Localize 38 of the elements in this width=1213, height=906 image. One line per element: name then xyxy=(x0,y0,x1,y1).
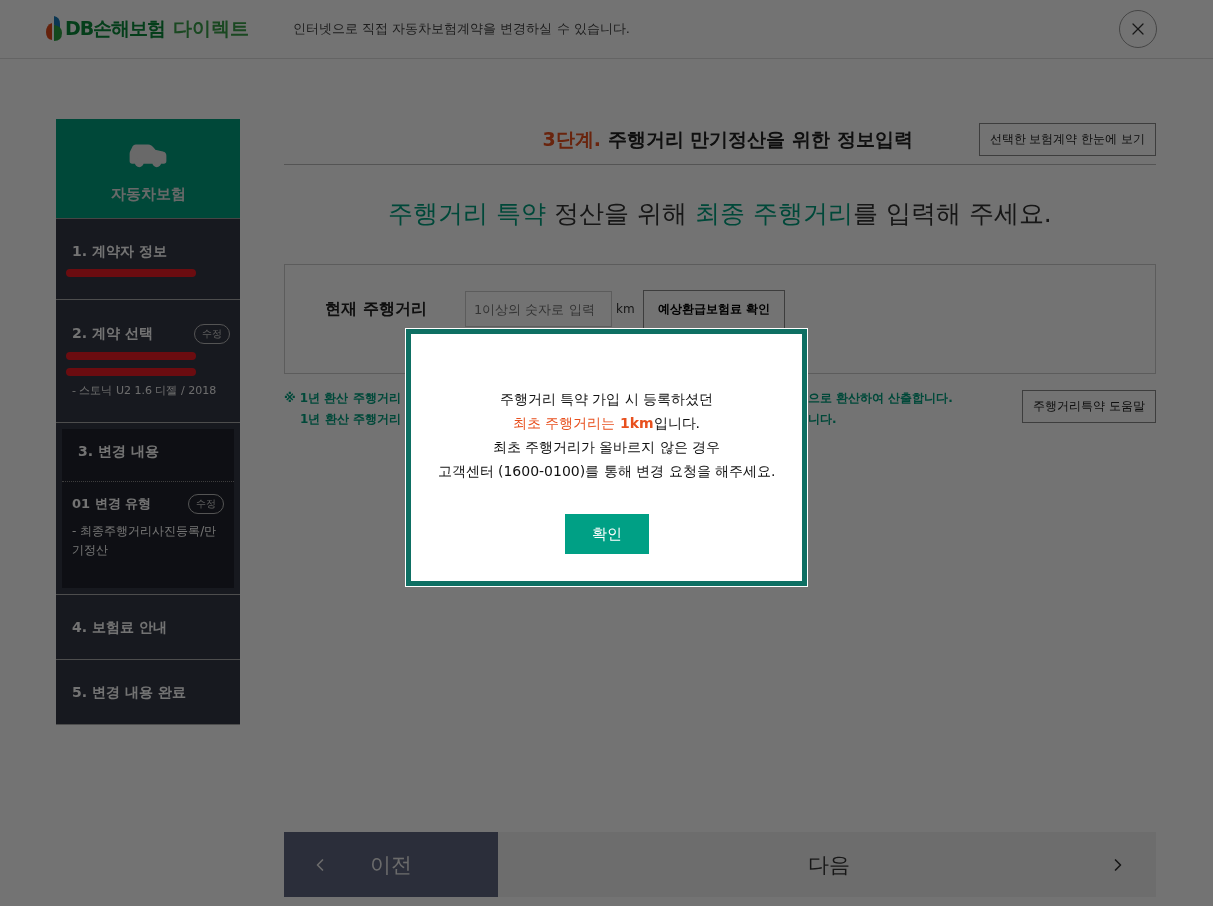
step-item[interactable]: 3. 변경 내용 01 변경 유형 수정 - 최종주행거리사진등록/만기정산 xyxy=(56,422,240,595)
close-button[interactable] xyxy=(1119,10,1157,48)
dialog-text: 고객센터 (1600-0100)를 통해 변경 요청을 해주세요. xyxy=(437,462,776,481)
confirm-button[interactable]: 확인 xyxy=(564,514,649,554)
step-title: 4. 보험료 안내 xyxy=(72,618,167,637)
help-button[interactable]: 주행거리특약 도움말 xyxy=(1022,390,1156,423)
note-text: ※ 1년 환산 주행거리 xyxy=(284,390,401,407)
step-item[interactable]: 5. 변경 내용 완료 xyxy=(56,659,240,725)
step-item[interactable]: 4. 보험료 안내 xyxy=(56,594,240,660)
step-detail: - 스토닉 U2 1.6 디젤 / 2018 xyxy=(71,383,218,399)
page-title: 3단계. 주행거리 만기정산을 위한 정보입력 xyxy=(542,126,913,152)
distance-input[interactable]: 1이상의 숫자로 입력 xyxy=(465,291,612,327)
step-title: 1. 계약자 정보 xyxy=(72,243,167,261)
step-title: 2. 계약 선택 xyxy=(72,325,153,343)
dialog-text: 주행거리 특약 가입 시 등록하셨던 xyxy=(499,390,714,409)
substep-title: 01 변경 유형 xyxy=(72,494,152,513)
step-title: 3. 변경 내용 xyxy=(78,442,159,461)
logo-icon xyxy=(45,16,63,42)
note-text: 니다. xyxy=(808,411,837,428)
view-contract-button[interactable]: 선택한 보험계약 한눈에 보기 xyxy=(978,123,1156,156)
next-button[interactable]: 다음 xyxy=(498,832,1156,897)
substep-detail: - 최종주행거리사진등록/만기정산 xyxy=(71,522,218,559)
headline: 주행거리 특약 정산을 위해 최종 주행거리 를 입력해 주세요. xyxy=(387,198,1053,230)
note-text: 으로 환산하여 산출합니다. xyxy=(808,390,953,407)
note-text: 1년 환산 주행거리 xyxy=(299,411,401,428)
dialog-text: 최초 주행거리는 1km입니다. xyxy=(513,414,700,433)
category-title: 자동차보험 xyxy=(110,185,186,204)
logo-suffix: 다이렉트 xyxy=(173,16,250,41)
refund-check-button[interactable]: 예상환급보험료 확인 xyxy=(642,289,785,329)
step-item[interactable]: 1. 계약자 정보 xyxy=(56,219,240,300)
header-tagline: 인터넷으로 직접 자동차보험계약을 변경하실 수 있습니다. xyxy=(293,20,631,38)
dialog-text: 최초 주행거리가 올바르지 않은 경우 xyxy=(492,438,721,457)
field-label: 현재 주행거리 xyxy=(325,298,428,320)
unit-label: km xyxy=(616,302,635,316)
prev-button[interactable]: 이전 xyxy=(284,832,498,897)
step-title: 5. 변경 내용 완료 xyxy=(72,683,186,702)
logo-text: DB손해보험 xyxy=(65,16,166,41)
step-item[interactable]: 2. 계약 선택 수정 - 스토닉 U2 1.6 디젤 / 2018 xyxy=(56,300,240,423)
